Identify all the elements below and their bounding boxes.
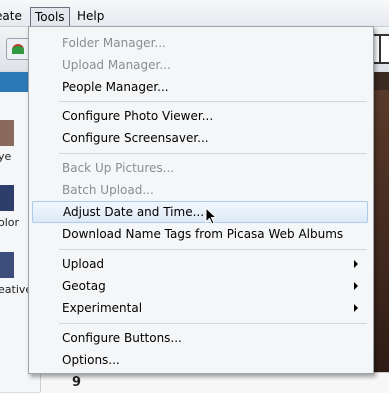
submenu-arrow-icon [354, 304, 358, 312]
effect-label: olor [0, 216, 20, 229]
photo-number: 9 [72, 375, 82, 390]
tools-dropdown-menu: Folder Manager... Upload Manager... Peop… [28, 26, 374, 374]
menu-item-configure-photo-viewer[interactable]: Configure Photo Viewer... [32, 105, 368, 127]
menu-tools[interactable]: Tools [30, 7, 70, 27]
menu-item-download-name-tags[interactable]: Download Name Tags from Picasa Web Album… [32, 223, 368, 245]
menu-separator [59, 323, 367, 324]
menu-help[interactable]: Help [73, 7, 108, 25]
menu-item-back-up-pictures[interactable]: Back Up Pictures... [32, 157, 368, 179]
menu-item-label: Upload [62, 257, 105, 271]
panel-tab-icon[interactable] [0, 72, 28, 92]
menu-item-upload[interactable]: Upload [32, 253, 368, 275]
menu-item-configure-buttons[interactable]: Configure Buttons... [32, 327, 368, 349]
submenu-arrow-icon [354, 260, 358, 268]
menu-separator [59, 101, 367, 102]
menu-item-batch-upload[interactable]: Batch Upload... [32, 179, 368, 201]
view-mode-alt-icon[interactable] [379, 34, 389, 64]
menu-item-label: Geotag [62, 279, 106, 293]
mouse-pointer-icon [205, 207, 217, 225]
submenu-arrow-icon [354, 282, 358, 290]
effect-label: ye [0, 150, 12, 163]
menu-item-configure-screensaver[interactable]: Configure Screensaver... [32, 127, 368, 149]
effect-thumbnail[interactable] [0, 120, 14, 146]
effect-thumbnail[interactable] [0, 185, 14, 211]
menu-item-folder-manager[interactable]: Folder Manager... [32, 32, 368, 54]
menu-separator [59, 153, 367, 154]
photo-caption-strip: 9 [40, 372, 389, 393]
menu-item-label: Experimental [62, 301, 143, 315]
effect-thumbnail[interactable] [0, 252, 14, 278]
menu-item-geotag[interactable]: Geotag [32, 275, 368, 297]
menu-item-adjust-date-time[interactable]: Adjust Date and Time... [32, 201, 368, 223]
menu-create[interactable]: eate [0, 7, 26, 25]
menu-item-options[interactable]: Options... [32, 349, 368, 371]
menu-item-people-manager[interactable]: People Manager... [32, 76, 368, 98]
menu-bar: eate Tools Help [0, 0, 389, 27]
menu-item-upload-manager[interactable]: Upload Manager... [32, 54, 368, 76]
menu-separator [59, 249, 367, 250]
menu-item-experimental[interactable]: Experimental [32, 297, 368, 319]
